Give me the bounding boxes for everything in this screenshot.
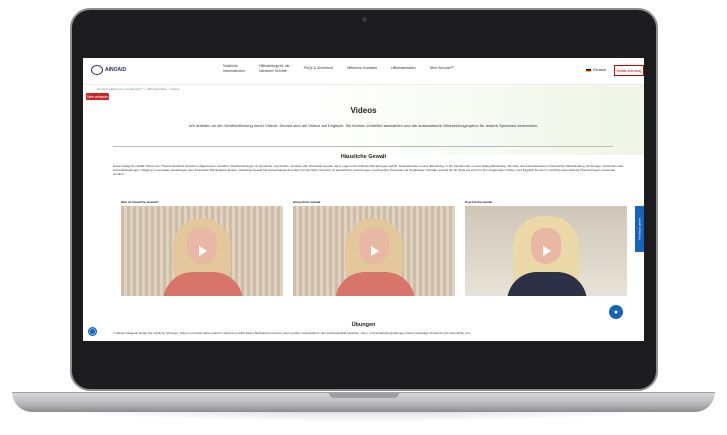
accessibility-icon[interactable]: ◯ [88, 327, 97, 336]
emergency-guide-button[interactable]: Notfall-Anleitung [614, 65, 644, 76]
nav-item-faq[interactable]: FAQs & Sicherheit [304, 64, 333, 73]
camera [362, 17, 367, 22]
language-selector[interactable]: Deutsch [586, 68, 606, 72]
section-title-domestic-violence: Häusliche Gewalt [340, 154, 387, 160]
chat-icon[interactable]: ● [609, 305, 623, 319]
play-icon[interactable] [371, 246, 379, 256]
nav-item-info[interactable]: Nützliche Informationen [223, 64, 245, 73]
hero-band [83, 85, 644, 155]
section-title-exercises: Übungen [351, 322, 376, 328]
screen: AINOAID Nützliche Informationen Hilfestel… [83, 58, 644, 341]
trackpad-notch [328, 393, 399, 398]
video-player[interactable] [465, 206, 627, 296]
site-header: AINOAID Nützliche Informationen Hilfestel… [83, 58, 644, 85]
video-player[interactable] [293, 206, 455, 296]
logo-text: AINOAID [105, 67, 127, 73]
laptop-base [12, 392, 715, 412]
video-player[interactable] [121, 206, 283, 296]
video-card: Psychische Gewalt [465, 200, 627, 302]
nav-item-contacts[interactable]: Hilfreiche Kontakte [347, 64, 377, 73]
video-card: Körperliche Gewalt [293, 200, 455, 302]
feedback-tab[interactable]: Feedback geben [635, 206, 644, 252]
play-icon[interactable] [543, 246, 551, 256]
play-icon[interactable] [199, 246, 207, 256]
nav-item-materials[interactable]: Hilfsmaterialien [391, 64, 416, 73]
leave-site-button[interactable]: Seite verlassen [86, 93, 109, 100]
main-nav: Nützliche Informationen Hilfestellung für… [223, 64, 454, 73]
section-text-domestic-violence: Diese Kategorie enthält Videos zum Thema… [113, 164, 624, 177]
german-flag-icon [586, 68, 591, 72]
nav-item-about[interactable]: Über AinoAid™ [430, 64, 455, 73]
page-title: Videos [350, 106, 377, 115]
section-text-exercises: In dieser Kategorie finden Sie nützliche… [113, 331, 470, 335]
logo-icon [91, 65, 103, 75]
video-card: Was ist häusliche Gewalt? [121, 200, 283, 302]
nav-item-next-steps[interactable]: Hilfestellung für die nächsten Schritte [259, 64, 290, 73]
breadcrumb[interactable]: Herzlich willkommen bei AinoAid™ > Hilfs… [97, 87, 180, 91]
divider [113, 146, 613, 147]
page-subtitle: Wir arbeiten an der Veröffentlichung neu… [188, 123, 539, 128]
logo[interactable]: AINOAID [91, 65, 126, 75]
